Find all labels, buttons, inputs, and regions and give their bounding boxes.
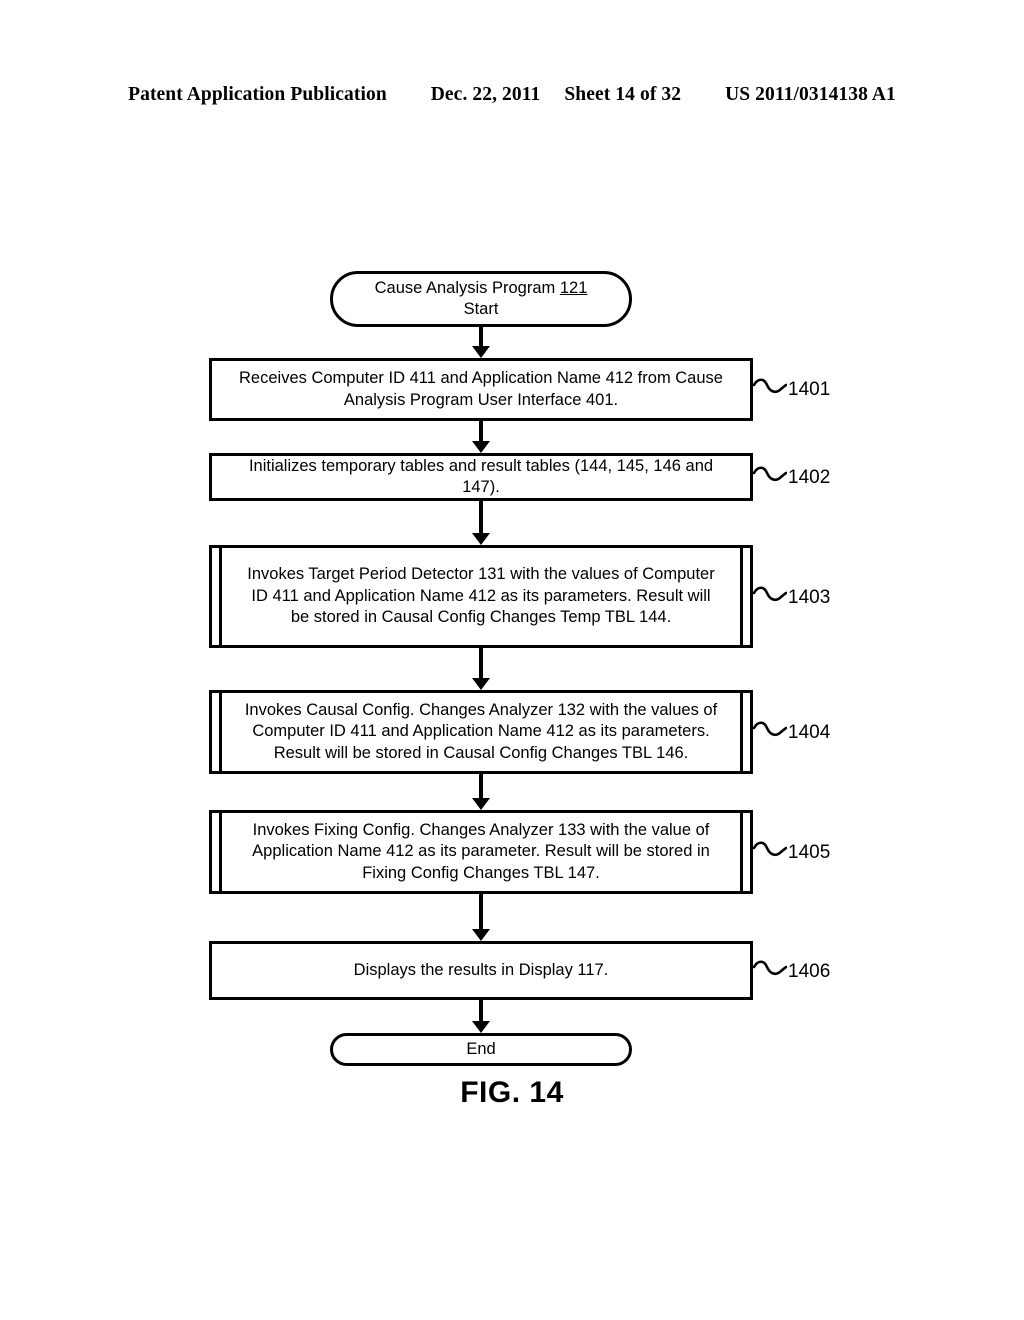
- leader-line-squiggle: [753, 586, 787, 602]
- step-1406-text: Displays the results in Display 117.: [353, 960, 609, 979]
- connector-1406-to-end: [479, 1000, 483, 1022]
- step-1405-ref: 1405: [788, 841, 831, 863]
- start-program-label: Cause Analysis Program: [374, 279, 560, 298]
- flowchart-end-terminator: End: [330, 1033, 632, 1066]
- step-1403-ref: 1403: [788, 586, 831, 608]
- flowchart-step-1403: Invokes Target Period Detector 131 with …: [209, 545, 753, 648]
- start-terminator-text: Cause Analysis Program 121 Start: [375, 278, 588, 319]
- end-label: End: [466, 1040, 496, 1059]
- step-1404-ref: 1404: [788, 721, 831, 743]
- step-1401-ref: 1401: [788, 378, 831, 400]
- callout-1405: 1405: [753, 830, 830, 874]
- connector-1402-to-1403: [479, 501, 483, 534]
- start-label: Start: [463, 300, 499, 318]
- figure-caption: FIG. 14: [460, 1076, 564, 1109]
- start-program-ref: 121: [559, 279, 588, 298]
- callout-1404: 1404: [753, 710, 830, 754]
- connector-1404-to-1405: [479, 774, 483, 799]
- step-1402-text: Initializes temporary tables and result …: [248, 456, 714, 496]
- callout-1406: 1406: [753, 949, 830, 993]
- step-1403-text: Invokes Target Period Detector 131 with …: [247, 565, 715, 627]
- flowchart-step-1401: Receives Computer ID 411 and Application…: [209, 358, 753, 421]
- step-1401-text: Receives Computer ID 411 and Application…: [239, 369, 723, 409]
- flowchart-step-1402: Initializes temporary tables and result …: [209, 453, 753, 501]
- connector-start-to-1401: [479, 327, 483, 347]
- step-1405-text: Invokes Fixing Config. Changes Analyzer …: [252, 820, 710, 882]
- leader-line-squiggle: [753, 841, 787, 857]
- leader-line-squiggle: [753, 466, 787, 482]
- step-1404-text: Invokes Causal Config. Changes Analyzer …: [244, 700, 718, 762]
- flowchart-step-1405: Invokes Fixing Config. Changes Analyzer …: [209, 810, 753, 894]
- callout-1403: 1403: [753, 575, 830, 619]
- callout-1401: 1401: [753, 367, 830, 411]
- step-1402-ref: 1402: [788, 466, 831, 488]
- leader-line-squiggle: [753, 960, 787, 976]
- connector-1405-to-1406: [479, 894, 483, 930]
- flowchart-step-1404: Invokes Causal Config. Changes Analyzer …: [209, 690, 753, 774]
- flowchart-diagram: Cause Analysis Program 121 Start Receive…: [0, 0, 1024, 1320]
- connector-1401-to-1402: [479, 421, 483, 442]
- leader-line-squiggle: [753, 378, 787, 394]
- flowchart-step-1406: Displays the results in Display 117.: [209, 941, 753, 1000]
- connector-1403-to-1404: [479, 648, 483, 679]
- flowchart-start-terminator: Cause Analysis Program 121 Start: [330, 271, 632, 327]
- callout-1402: 1402: [753, 455, 830, 499]
- step-1406-ref: 1406: [788, 960, 831, 982]
- leader-line-squiggle: [753, 721, 787, 737]
